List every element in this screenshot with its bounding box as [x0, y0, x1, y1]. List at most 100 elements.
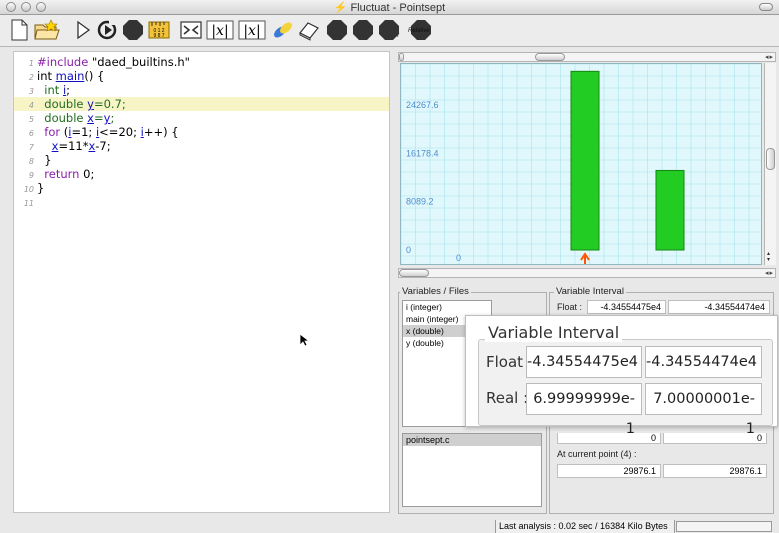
code-token: = [93, 111, 104, 125]
eraser-icon [299, 22, 319, 41]
scroll-arrows-vertical[interactable]: ▴ ▾ [767, 251, 770, 263]
code-line[interactable]: 2 int main() { [14, 69, 389, 83]
code-line[interactable]: 9 return 0; [14, 167, 389, 181]
code-token: double [37, 111, 88, 125]
code-token: int [37, 69, 56, 83]
float-label: Float : [557, 302, 583, 312]
code-line[interactable]: 3 int i; [14, 83, 389, 97]
svg-text:Relative: Relative [408, 28, 430, 34]
window-title: ⚡ Fluctuat - Pointsept [0, 1, 779, 14]
eraser-button[interactable] [298, 19, 320, 41]
code-token: ++) { [143, 125, 179, 139]
zero-lower-field[interactable]: 0 [557, 433, 661, 444]
variable-abs-button-2[interactable]: |x| [238, 19, 266, 41]
stop-button-3[interactable] [352, 19, 374, 41]
float-upper-field[interactable]: -4.34554474e4 [668, 300, 770, 314]
line-number: 11 [23, 199, 34, 208]
popup-float-lower-field[interactable]: -4.34554475e4 [526, 346, 642, 378]
chart-vertical-scroll-knob[interactable] [766, 148, 775, 170]
var-x-icon: |x| [238, 20, 266, 40]
svg-text:|x|: |x| [211, 23, 228, 39]
code-line[interactable]: 10} [14, 181, 389, 195]
code-token: <=20; [99, 125, 141, 139]
ruler-button[interactable]: 0 1 29 8 7 [148, 19, 170, 41]
step-button[interactable] [96, 19, 118, 41]
code-line[interactable]: 5 double x=y; [14, 111, 389, 125]
svg-text:9 8 7: 9 8 7 [153, 33, 164, 39]
variables-files-label: Variables / Files [400, 286, 471, 297]
chart-top-scroll-knob[interactable] [535, 53, 565, 61]
variable-abs-button-1[interactable]: |x| [206, 19, 234, 41]
chart-top-scroll-left-cap[interactable] [399, 53, 404, 61]
chart-bottom-scroll-knob[interactable] [399, 269, 429, 277]
popup-real-lower-field[interactable]: 6.99999999e-1 [526, 383, 642, 437]
bounds-icon [180, 21, 202, 39]
y-tick-label: 16178.4 [406, 148, 439, 158]
stop-icon: r [379, 20, 400, 40]
pills-button[interactable] [272, 19, 294, 41]
y-tick-label: 24267.6 [406, 100, 439, 110]
code-token: } [37, 153, 52, 167]
code-token: } [37, 181, 45, 195]
list-item[interactable]: pointsept.c [403, 434, 541, 446]
relative-button[interactable]: Relative [406, 19, 440, 41]
popup-title: Variable Interval [485, 323, 623, 342]
histogram-bar[interactable] [655, 169, 685, 251]
code-editor[interactable]: 1 #include "daed_builtins.h" 2 int main() {… [13, 51, 390, 513]
code-line[interactable]: 11 [14, 195, 389, 209]
stop-button-1[interactable] [122, 19, 144, 41]
code-line[interactable]: 7 x=11*x-7; [14, 139, 389, 153]
stop-icon [327, 20, 347, 40]
code-line[interactable]: 4 double y=0.7; [14, 97, 389, 111]
code-token: "daed_builtins.h" [91, 55, 190, 69]
code-line[interactable]: 1 #include "daed_builtins.h" [14, 55, 389, 69]
open-folder-button[interactable] [34, 19, 60, 41]
var-x-icon: |x| [206, 20, 234, 40]
popup-real-upper-field[interactable]: 7.00000001e-1 [645, 383, 762, 437]
code-token: return [37, 167, 84, 181]
histogram-bar[interactable] [570, 70, 600, 251]
chart-vertical-scrollbar[interactable]: ▴ ▾ [764, 63, 776, 265]
code-line[interactable]: 8 } [14, 153, 389, 167]
variable-interval-label: Variable Interval [554, 286, 626, 297]
current-lower-field[interactable]: 29876.1 [557, 464, 661, 478]
code-token: #include [37, 55, 92, 69]
code-token: ; [110, 111, 115, 125]
variable-interval-zoom-popup: Variable Interval Float : -4.34554475e4 … [465, 315, 778, 437]
code-token: int [37, 83, 63, 97]
svg-text:|x|: |x| [243, 23, 260, 39]
stop-icon [353, 20, 373, 40]
app-logo-icon: ⚡ [333, 2, 348, 14]
chart-top-scrollbar[interactable]: ◂▸ [398, 52, 776, 62]
y-tick-label: 8089.2 [406, 197, 434, 207]
list-item[interactable]: i (integer) [403, 301, 491, 313]
toolbar-toggle-button[interactable] [759, 3, 773, 11]
x-tick-label: 0 [456, 253, 461, 263]
step-icon [97, 20, 117, 40]
current-upper-field[interactable]: 29876.1 [663, 464, 767, 478]
code-token: () { [84, 69, 105, 83]
chart-bottom-scrollbar[interactable]: ◂▸ [398, 268, 776, 278]
scroll-arrows[interactable]: ◂▸ [765, 269, 774, 277]
files-list[interactable]: pointsept.c [402, 433, 542, 507]
code-line[interactable]: 6 for (i=1; i<=20; i++) { [14, 125, 389, 139]
status-progress-box [676, 521, 772, 532]
new-document-button[interactable] [8, 19, 30, 41]
float-lower-field[interactable]: -4.34554475e4 [587, 300, 666, 314]
variable-token[interactable]: y [87, 97, 94, 111]
code-token: ; [66, 83, 71, 97]
open-folder-icon [34, 19, 60, 40]
scroll-arrows[interactable]: ◂▸ [765, 53, 774, 61]
popup-float-upper-field[interactable]: -4.34554474e4 [645, 346, 762, 378]
variable-token[interactable]: main [56, 69, 85, 83]
code-token: for [37, 125, 64, 139]
stop-button-4[interactable]: r [378, 19, 400, 41]
code-token: -7; [95, 139, 111, 153]
variable-token[interactable]: x [87, 111, 94, 125]
run-button[interactable] [72, 19, 94, 41]
popup-real-label: Real : [486, 389, 529, 407]
bounds-button[interactable] [180, 19, 202, 41]
stop-button-2[interactable] [326, 19, 348, 41]
code-token: =0.7; [93, 97, 126, 111]
title-bar: ⚡ Fluctuat - Pointsept [0, 0, 779, 15]
